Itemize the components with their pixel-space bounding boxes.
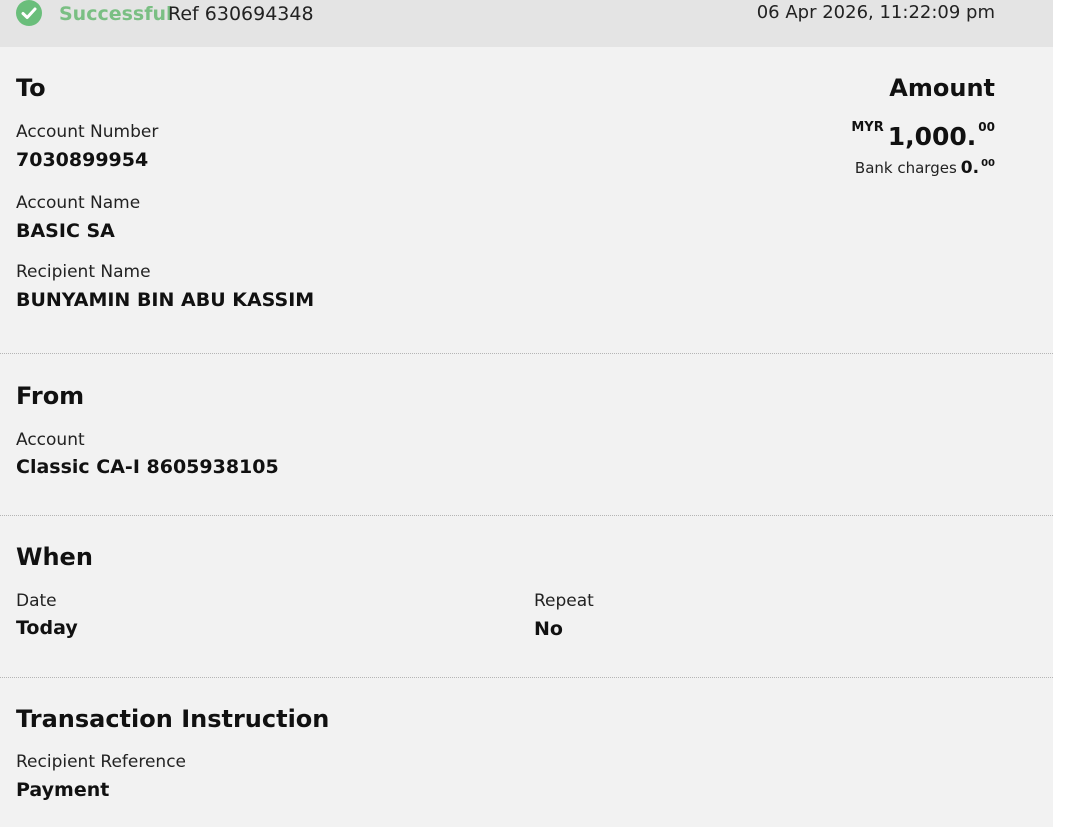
bank-charges-cents: 00 bbox=[981, 158, 995, 169]
reference-number: Ref 630694348 bbox=[168, 3, 314, 25]
from-account-value: Classic CA-I 8605938105 bbox=[16, 456, 279, 478]
instruction-section-title: Transaction Instruction bbox=[16, 705, 330, 733]
account-name-label: Account Name bbox=[16, 193, 141, 213]
account-number-label: Account Number bbox=[16, 122, 159, 142]
bank-charges: Bank charges 0. 00 bbox=[855, 158, 995, 178]
repeat-value: No bbox=[534, 618, 563, 640]
recipient-reference-value: Payment bbox=[16, 779, 110, 801]
status-label: Successful bbox=[59, 3, 173, 25]
date-value: Today bbox=[16, 617, 78, 639]
section-divider bbox=[0, 353, 1053, 354]
check-circle-icon bbox=[16, 0, 42, 26]
currency-code: MYR bbox=[851, 120, 884, 135]
amount-title: Amount bbox=[889, 74, 995, 102]
transaction-receipt-panel: Successful Ref 630694348 06 Apr 2026, 11… bbox=[0, 0, 1053, 827]
recipient-name-label: Recipient Name bbox=[16, 262, 151, 282]
from-account-label: Account bbox=[16, 430, 85, 450]
amount-main: 1,000. bbox=[887, 122, 977, 151]
status-bar: Successful Ref 630694348 06 Apr 2026, 11… bbox=[0, 0, 1053, 47]
amount-cents: 00 bbox=[978, 120, 995, 134]
account-name-value: BASIC SA bbox=[16, 220, 115, 242]
bank-charges-main: 0. bbox=[960, 158, 980, 178]
date-label: Date bbox=[16, 591, 57, 611]
recipient-name-value: BUNYAMIN BIN ABU KASSIM bbox=[16, 289, 315, 311]
bank-charges-label: Bank charges bbox=[854, 159, 957, 177]
section-divider bbox=[0, 515, 1053, 516]
account-number-value: 7030899954 bbox=[16, 149, 149, 171]
amount-value: MYR 1,000. 00 bbox=[851, 120, 995, 151]
section-divider bbox=[0, 677, 1053, 678]
recipient-reference-label: Recipient Reference bbox=[16, 752, 186, 772]
when-section-title: When bbox=[16, 543, 93, 571]
from-section-title: From bbox=[16, 382, 85, 410]
to-section-title: To bbox=[16, 74, 46, 102]
transaction-datetime: 06 Apr 2026, 11:22:09 pm bbox=[756, 2, 995, 23]
repeat-label: Repeat bbox=[534, 591, 594, 611]
